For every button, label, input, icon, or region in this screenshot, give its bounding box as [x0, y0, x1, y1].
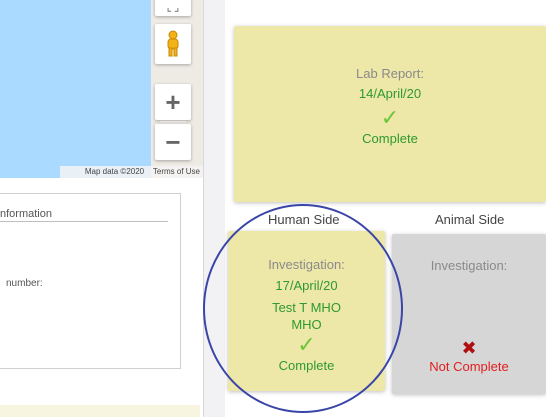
- bottom-panel-edge: [0, 405, 200, 417]
- information-heading: nformation: [0, 208, 52, 220]
- investigation-status: Complete: [278, 358, 335, 373]
- investigator-name-line1: Test T MHO: [272, 300, 341, 315]
- not-complete-icon: ✖: [461, 338, 477, 358]
- number-label: number:: [6, 278, 43, 289]
- check-icon: ✓: [297, 332, 316, 357]
- human-side-header: Human Side: [268, 212, 340, 227]
- investigation-status: Not Complete: [429, 359, 509, 374]
- map-data-credit: Map data ©2020: [84, 167, 145, 176]
- fullscreen-button[interactable]: ⌞ ⌟: [155, 0, 191, 16]
- lab-report-status: Complete: [362, 131, 418, 146]
- fullscreen-icon: ⌞ ⌟: [166, 3, 180, 14]
- zoom-out-icon: −: [165, 126, 181, 157]
- map-attribution: Map data ©2020 Terms of Use: [60, 166, 203, 178]
- pegman-icon: [167, 30, 179, 57]
- zoom-divider: [160, 121, 186, 122]
- lab-report-date: 14/April/20: [358, 86, 422, 101]
- zoom-out-button[interactable]: −: [155, 124, 191, 160]
- pane-edge: [203, 0, 204, 417]
- human-investigation-card[interactable]: Investigation: 17/April/20 Test T MHO MH…: [228, 231, 385, 391]
- zoom-in-button[interactable]: +: [155, 84, 191, 120]
- check-icon: ✓: [380, 105, 400, 130]
- animal-investigation-card[interactable]: Investigation: ✖ Not Complete: [392, 234, 546, 394]
- animal-side-header: Animal Side: [435, 212, 505, 227]
- zoom-in-icon: +: [165, 86, 181, 117]
- investigation-label: Investigation:: [430, 258, 508, 273]
- heading-divider: [0, 221, 168, 222]
- investigation-date: 17/April/20: [275, 278, 338, 293]
- street-view-button[interactable]: [155, 24, 191, 64]
- lab-report-label: Lab Report:: [356, 66, 424, 81]
- lab-report-card[interactable]: Lab Report: 14/April/20 ✓ Complete: [234, 26, 546, 202]
- investigator-name-line2: MHO: [291, 317, 322, 332]
- terms-of-use-link[interactable]: Terms of Use: [153, 167, 200, 176]
- pane-divider: [203, 0, 225, 417]
- investigation-label: Investigation:: [268, 257, 345, 272]
